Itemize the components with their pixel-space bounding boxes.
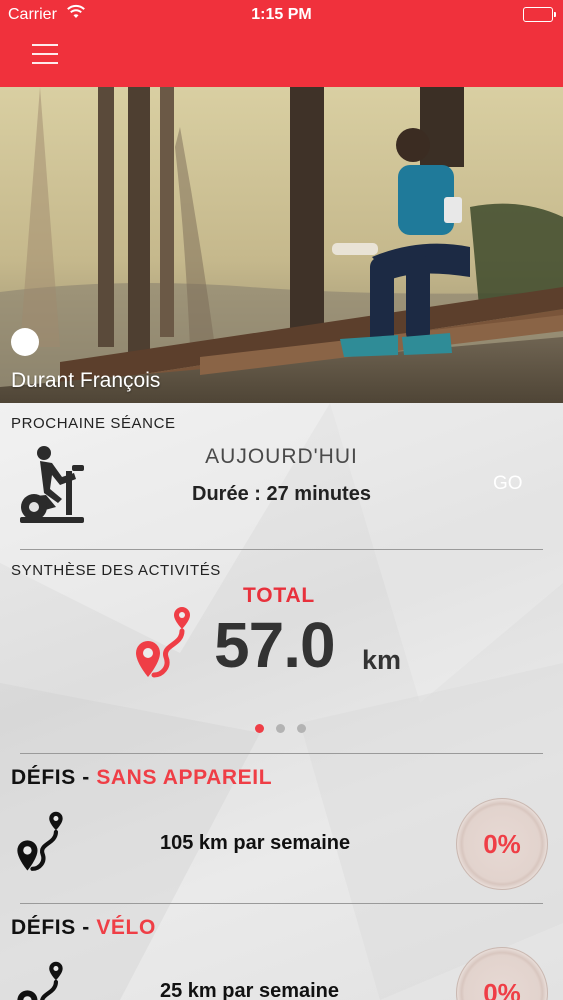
- route-pin-icon: [17, 811, 63, 871]
- activity-summary-title: SYNTHÈSE DES ACTIVITÉS: [11, 562, 221, 579]
- menu-button[interactable]: [32, 44, 58, 66]
- challenge-progress-label: 0%: [483, 829, 521, 859]
- total-distance-value: 57.0: [214, 609, 336, 681]
- challenge-title-no-equipment: DÉFIS - SANS APPAREIL: [11, 766, 273, 789]
- next-session-duration: Durée : 27 minutes: [192, 483, 371, 505]
- divider: [20, 549, 543, 550]
- challenge-title-bike: DÉFIS - VÉLO: [11, 916, 156, 939]
- challenge-progress-ring[interactable]: 0%: [456, 947, 548, 1000]
- page-dot[interactable]: [276, 724, 285, 733]
- challenge-progress-ring[interactable]: 0%: [456, 798, 548, 890]
- challenge-goal: 105 km par semaine: [160, 832, 351, 854]
- divider: [20, 903, 543, 904]
- divider: [20, 753, 543, 754]
- total-distance-unit: km: [362, 645, 402, 675]
- go-button[interactable]: GO: [493, 473, 523, 495]
- profile-name: Durant François: [11, 369, 161, 392]
- battery-icon: [523, 7, 556, 22]
- next-session-day: AUJOURD'HUI: [205, 445, 358, 468]
- page-indicator[interactable]: [255, 724, 315, 734]
- page-dot[interactable]: [255, 724, 264, 733]
- total-label: TOTAL: [243, 584, 316, 607]
- next-session-title: PROCHAINE SÉANCE: [11, 415, 176, 432]
- route-pin-icon: [17, 961, 63, 1000]
- hero-photo: [0, 87, 563, 403]
- dashboard-content: PROCHAINE SÉANCE AUJOURD'HUI Durée : 27 …: [0, 403, 563, 1000]
- challenge-progress-label: 0%: [483, 978, 521, 1000]
- status-bar: Carrier 1:15 PM: [0, 0, 563, 30]
- route-pin-icon: [136, 607, 190, 678]
- menu-icon: [32, 44, 58, 46]
- page-dot[interactable]: [297, 724, 306, 733]
- challenge-goal: 25 km par semaine: [160, 980, 339, 1000]
- app-header: Carrier 1:15 PM: [0, 0, 563, 87]
- clock: 1:15 PM: [251, 6, 312, 23]
- challenge-category: VÉLO: [96, 916, 156, 939]
- profile-hero: Durant François: [0, 87, 563, 403]
- challenge-category: SANS APPAREIL: [96, 766, 273, 789]
- avatar[interactable]: [11, 328, 39, 356]
